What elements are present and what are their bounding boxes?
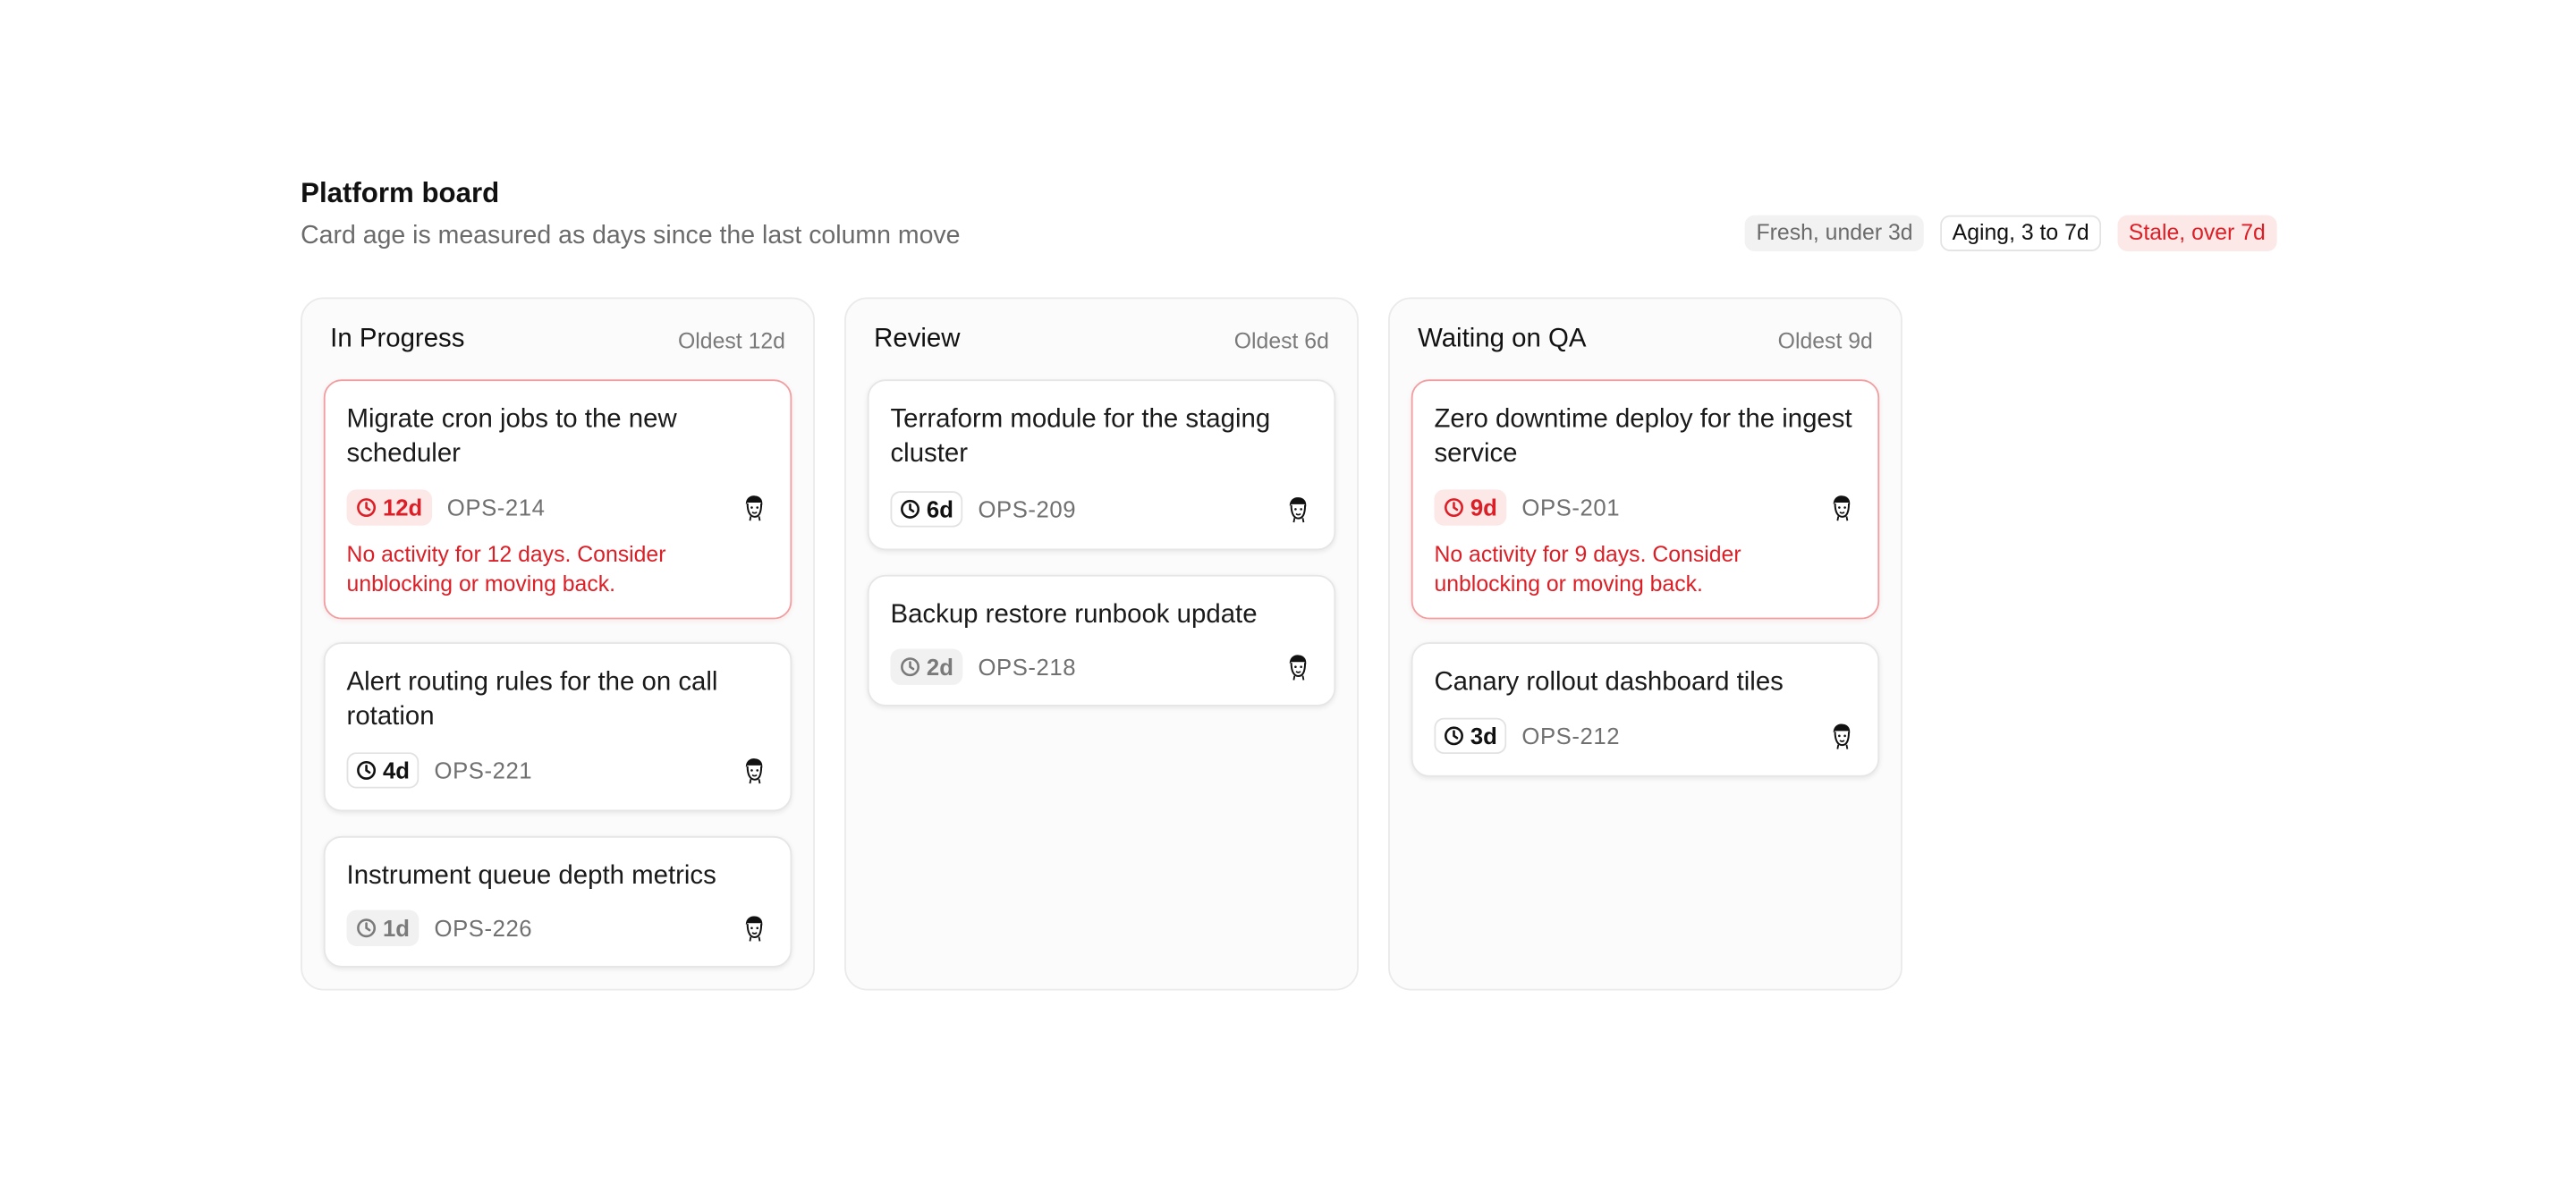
task-card[interactable]: Migrate cron jobs to the new scheduler 1…	[323, 379, 792, 620]
ticket-id[interactable]: OPS-214	[447, 495, 546, 520]
age-value: 9d	[1470, 494, 1497, 521]
card-title: Backup restore runbook update	[890, 601, 1258, 630]
task-card[interactable]: Alert routing rules for the on call rota…	[323, 642, 792, 812]
age-value: 6d	[926, 495, 953, 523]
avatar-face-icon[interactable]	[1283, 495, 1312, 524]
ticket-id[interactable]: OPS-212	[1521, 723, 1620, 749]
column-oldest: Oldest 9d	[1777, 327, 1873, 352]
clock-icon	[901, 657, 920, 677]
card-meta: 12d OPS-214	[346, 489, 769, 526]
column-oldest: Oldest 6d	[1233, 327, 1329, 352]
card-title: Zero downtime deploy for the ingest serv…	[1434, 405, 1852, 469]
avatar-face-icon[interactable]	[740, 913, 769, 943]
card-meta: 2d OPS-218	[890, 648, 1312, 685]
clock-icon	[357, 760, 377, 780]
card-title: Migrate cron jobs to the new scheduler	[346, 405, 677, 469]
card-meta: 9d OPS-201	[1434, 489, 1856, 526]
avatar-face-icon[interactable]	[1283, 652, 1312, 681]
age-legend: Fresh, under 3d Aging, 3 to 7d Stale, ov…	[1744, 215, 2277, 252]
ticket-id[interactable]: OPS-221	[435, 757, 533, 783]
column-review: Review Oldest 6d Terraform module for th…	[844, 297, 1359, 991]
column-title: In Progress	[330, 325, 465, 353]
age-badge: 4d	[346, 752, 419, 789]
age-value: 4d	[382, 757, 410, 784]
avatar-face-icon[interactable]	[740, 493, 769, 522]
task-card[interactable]: Terraform module for the staging cluster…	[867, 379, 1336, 551]
age-badge: 2d	[890, 648, 963, 685]
card-title: Alert routing rules for the on call rota…	[346, 668, 718, 732]
column-in-progress: In Progress Oldest 12d Migrate cron jobs…	[301, 297, 816, 991]
ticket-id[interactable]: OPS-218	[978, 654, 1076, 680]
page-subtitle: Card age is measured as days since the l…	[301, 221, 961, 250]
avatar-face-icon[interactable]	[1826, 493, 1856, 522]
card-meta: 1d OPS-226	[346, 910, 769, 946]
card-meta: 4d OPS-221	[346, 752, 769, 789]
card-meta: 3d OPS-212	[1434, 717, 1856, 755]
clock-icon	[357, 918, 377, 938]
card-meta: 6d OPS-209	[890, 491, 1312, 528]
age-badge: 9d	[1434, 489, 1507, 526]
column-title: Waiting on QA	[1418, 325, 1587, 353]
clock-icon	[1444, 726, 1463, 746]
column-waiting-on-qa: Waiting on QA Oldest 9d Zero downtime de…	[1388, 297, 1902, 991]
ticket-id[interactable]: OPS-209	[978, 496, 1076, 522]
task-card[interactable]: Backup restore runbook update 2d OPS-218	[867, 574, 1336, 706]
legend-aging: Aging, 3 to 7d	[1940, 215, 2101, 252]
card-title: Canary rollout dashboard tiles	[1434, 668, 1784, 697]
column-header: In Progress Oldest 12d	[330, 322, 785, 358]
card-title: Terraform module for the staging cluster	[890, 405, 1271, 469]
task-card[interactable]: Zero downtime deploy for the ingest serv…	[1411, 379, 1880, 620]
board-page: Platform board Card age is measured as d…	[0, 0, 2576, 1189]
age-badge: 1d	[346, 910, 419, 946]
age-value: 3d	[1470, 723, 1497, 749]
task-card[interactable]: Canary rollout dashboard tiles 3d OPS-21…	[1411, 642, 1880, 777]
column-header: Review Oldest 6d	[874, 322, 1329, 358]
age-badge: 3d	[1434, 717, 1507, 755]
legend-stale: Stale, over 7d	[2116, 215, 2277, 252]
column-oldest: Oldest 12d	[678, 327, 785, 352]
board-header: Platform board Card age is measured as d…	[301, 174, 2277, 257]
stale-warning: No activity for 12 days. Consider unbloc…	[346, 542, 666, 596]
clock-icon	[1444, 498, 1463, 518]
avatar-face-icon[interactable]	[740, 756, 769, 785]
stale-warning: No activity for 9 days. Consider unblock…	[1434, 542, 1741, 596]
ticket-id[interactable]: OPS-201	[1521, 495, 1620, 520]
page-title: Platform board	[301, 177, 500, 209]
age-badge: 12d	[346, 489, 433, 526]
legend-fresh: Fresh, under 3d	[1744, 215, 1925, 252]
card-title: Instrument queue depth metrics	[346, 862, 716, 891]
ticket-id[interactable]: OPS-226	[435, 915, 533, 941]
column-title: Review	[874, 325, 961, 353]
age-value: 2d	[926, 654, 953, 681]
column-header: Waiting on QA Oldest 9d	[1418, 322, 1873, 358]
age-badge: 6d	[890, 491, 963, 528]
age-value: 1d	[382, 915, 410, 942]
avatar-face-icon[interactable]	[1826, 721, 1856, 750]
clock-icon	[357, 498, 377, 518]
task-card[interactable]: Instrument queue depth metrics 1d OPS-22…	[323, 835, 792, 968]
clock-icon	[901, 499, 920, 519]
age-value: 12d	[382, 494, 423, 521]
